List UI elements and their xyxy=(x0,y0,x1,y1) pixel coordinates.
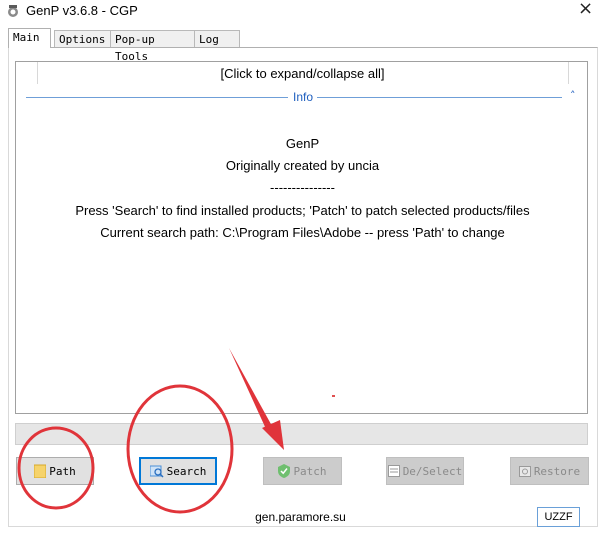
search-icon xyxy=(149,465,164,478)
deselect-button[interactable]: De/Select xyxy=(386,457,464,485)
chevron-up-icon[interactable]: ˄ xyxy=(570,89,576,102)
restore-button-label: Restore xyxy=(533,464,581,478)
tab-bar: Main Options Pop-up Tools Log xyxy=(8,28,598,63)
title-bar: GenP v3.6.8 - CGP × xyxy=(0,0,601,24)
info-line-search-path: Current search path: C:\Program Files\Ad… xyxy=(100,225,505,240)
shield-check-icon xyxy=(278,464,291,478)
search-button-label: Search xyxy=(166,464,207,478)
deselect-button-label: De/Select xyxy=(402,464,463,478)
tab-options[interactable]: Options xyxy=(54,30,111,47)
close-icon[interactable]: × xyxy=(578,0,593,18)
path-button-label: Path xyxy=(49,464,76,478)
info-group-line xyxy=(317,97,562,98)
info-line-separator: --------------- xyxy=(270,180,335,195)
app-icon xyxy=(8,5,18,17)
tab-main[interactable]: Main xyxy=(8,28,51,48)
website-link[interactable]: gen.paramore.su xyxy=(0,510,601,524)
info-group-line xyxy=(26,97,288,98)
expand-collapse-all-link[interactable]: [Click to expand/collapse all] xyxy=(16,66,589,81)
tab-popup-tools[interactable]: Pop-up Tools xyxy=(110,30,195,63)
info-list-view[interactable]: [Click to expand/collapse all] Info ˄ Ge… xyxy=(15,61,588,414)
restore-icon xyxy=(518,466,531,477)
search-button[interactable]: Search xyxy=(139,457,217,485)
watermark-badge: UZZF xyxy=(537,507,580,527)
patch-button-label: Patch xyxy=(293,464,327,478)
tab-log[interactable]: Log xyxy=(194,30,240,47)
patch-button[interactable]: Patch xyxy=(263,457,342,485)
checklist-icon xyxy=(387,465,400,477)
path-button[interactable]: Path xyxy=(16,457,94,485)
window-title: GenP v3.6.8 - CGP xyxy=(26,3,138,18)
progress-bar xyxy=(15,423,588,445)
info-line-instructions: Press 'Search' to find installed product… xyxy=(75,203,530,218)
info-line-credit: Originally created by uncia xyxy=(225,158,380,173)
restore-button[interactable]: Restore xyxy=(510,457,589,485)
stray-mark xyxy=(332,395,335,397)
info-line-app-name: GenP xyxy=(285,136,320,151)
folder-icon xyxy=(34,464,47,478)
